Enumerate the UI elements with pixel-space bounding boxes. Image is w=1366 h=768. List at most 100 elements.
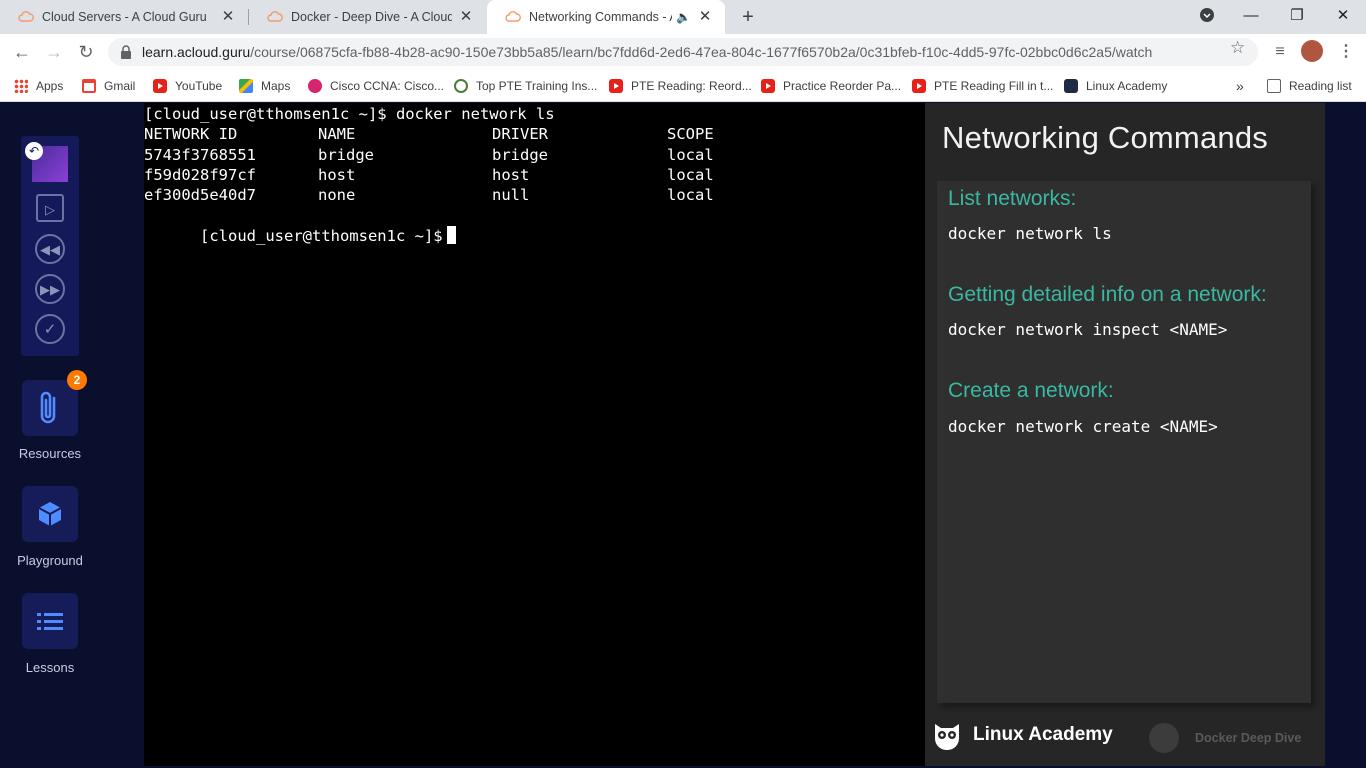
tab-networking-commands[interactable]: Networking Commands - A Cloud Guru 🔈 ✕	[487, 0, 725, 34]
bookmark-label: YouTube	[175, 79, 223, 93]
media-control-icon[interactable]: ≡	[1268, 40, 1292, 64]
youtube-icon	[912, 79, 926, 93]
tab-title: Docker - Deep Dive - A Cloud Guru	[291, 10, 452, 24]
terminal-row: ef300d5e40d7 none null local	[144, 185, 924, 205]
tab-close-icon[interactable]: ✕	[458, 9, 474, 25]
linux-academy-brand: Linux Academy	[931, 718, 1113, 752]
col-scope: SCOPE	[667, 125, 714, 143]
playground-button[interactable]	[22, 486, 78, 542]
lock-icon	[121, 45, 131, 59]
player-controls-panel: ↶ ▷ ◀◀ ▶▶ ✓	[21, 136, 79, 356]
slide-card: List networks: docker network ls Getting…	[937, 181, 1311, 703]
bookmark-pte-reading-reorder[interactable]: PTE Reading: Reord...	[609, 77, 752, 95]
url-path: /course/06875cfa-fb88-4b28-ac90-150e73bb…	[250, 44, 1153, 60]
acloudguru-cloud-icon	[505, 11, 521, 22]
apps-grid-icon	[14, 79, 28, 93]
col-name: NAME	[318, 125, 356, 143]
terminal-header-row: NETWORK ID NAME DRIVER SCOPE	[144, 124, 924, 144]
audio-playing-icon[interactable]: 🔈	[676, 10, 691, 24]
bookmark-apps[interactable]: Apps	[14, 77, 63, 95]
acloudguru-cloud-icon	[267, 11, 283, 22]
cube-icon	[38, 502, 62, 526]
terminal-row: f59d028f97cf host host local	[144, 165, 924, 185]
bookmark-label: Linux Academy	[1086, 79, 1168, 93]
bookmark-top-pte[interactable]: Top PTE Training Ins...	[454, 77, 597, 95]
course-watermark: Docker Deep Dive	[1149, 723, 1301, 753]
tab-search-icon[interactable]	[1184, 0, 1230, 34]
tab-close-icon[interactable]: ✕	[220, 9, 236, 25]
lessons-button[interactable]	[22, 593, 78, 649]
reading-list-button[interactable]: Reading list	[1267, 77, 1352, 95]
maps-icon	[239, 79, 253, 93]
cell-name: host	[318, 166, 356, 184]
bookmark-youtube[interactable]: YouTube	[153, 77, 222, 95]
bookmark-label: Gmail	[104, 79, 136, 93]
resources-count-badge: 2	[67, 370, 87, 390]
terminal-cursor	[446, 226, 456, 244]
terminal-command-line: [cloud_user@tthomsen1c ~]$ docker networ…	[144, 105, 555, 123]
bookmark-practice-reorder[interactable]: Practice Reorder Pa...	[761, 77, 901, 95]
cell-scope: local	[667, 146, 714, 164]
brand-name: Linux Academy	[973, 724, 1113, 745]
terminal-prompt: [cloud_user@tthomsen1c ~]$	[200, 227, 443, 245]
terminal-row: 5743f3768551 bridge bridge local	[144, 145, 924, 165]
section-command: docker network inspect <NAME>	[948, 320, 1228, 339]
menu-kebab-icon[interactable]: ⋮	[1334, 40, 1358, 64]
terminal-prompt-line: [cloud_user@tthomsen1c ~]$	[144, 206, 456, 245]
more-bookmarks-chevron-icon[interactable]: »	[1236, 77, 1244, 95]
acloudguru-cloud-icon	[18, 11, 34, 22]
tab-title: Cloud Servers - A Cloud Guru	[42, 10, 207, 24]
minimize-icon[interactable]: —	[1228, 0, 1274, 34]
bookmark-gmail[interactable]: Gmail	[82, 77, 135, 95]
tab-title: Networking Commands - A Cloud Guru	[529, 10, 672, 24]
youtube-icon	[609, 79, 623, 93]
close-window-icon[interactable]: ✕	[1320, 0, 1366, 34]
bookmark-pte-fill[interactable]: PTE Reading Fill in t...	[912, 77, 1053, 95]
cell-name: none	[318, 186, 356, 204]
mark-complete-check-icon[interactable]: ✓	[35, 314, 65, 344]
cell-driver: bridge	[492, 146, 548, 164]
section-command: docker network create <NAME>	[948, 417, 1218, 436]
cell-network-id: f59d028f97cf	[144, 166, 256, 184]
rewind-icon[interactable]: ◀◀	[35, 234, 65, 264]
fast-forward-icon[interactable]: ▶▶	[35, 274, 65, 304]
tab-close-icon[interactable]: ✕	[697, 9, 713, 25]
url-host: learn.acloud.guru	[142, 44, 251, 60]
cell-driver: host	[492, 166, 530, 184]
bookmark-maps[interactable]: Maps	[239, 77, 290, 95]
restore-icon[interactable]: ❐	[1274, 0, 1320, 34]
browser-tabstrip: Cloud Servers - A Cloud Guru ✕ Docker - …	[0, 0, 1366, 34]
forward-arrow-icon[interactable]: →	[40, 38, 68, 66]
tab-docker-deep-dive[interactable]: Docker - Deep Dive - A Cloud Guru ✕	[249, 0, 486, 34]
section-heading: Create a network:	[948, 379, 1114, 402]
bookmark-label: PTE Reading Fill in t...	[934, 79, 1054, 93]
section-command: docker network ls	[948, 224, 1112, 243]
bookmark-linux-academy[interactable]: Linux Academy	[1064, 77, 1167, 95]
browser-toolbar: ← → ↻ learn.acloud.guru /course/06875cfa…	[0, 34, 1366, 70]
pte-training-icon	[454, 79, 468, 93]
profile-avatar[interactable]	[1301, 40, 1323, 62]
slide-title: Networking Commands	[942, 120, 1268, 155]
toggle-panel-icon[interactable]: ▷	[36, 194, 64, 222]
course-name: Docker Deep Dive	[1195, 731, 1302, 745]
cisco-icon	[308, 79, 322, 93]
cell-name: bridge	[318, 146, 374, 164]
address-bar[interactable]: learn.acloud.guru /course/06875cfa-fb88-…	[108, 38, 1258, 66]
terminal-window: [cloud_user@tthomsen1c ~]$ docker networ…	[144, 103, 924, 766]
slide-panel: Networking Commands List networks: docke…	[925, 103, 1325, 766]
back-to-course-icon[interactable]: ↶	[25, 142, 43, 160]
reload-icon[interactable]: ↻	[72, 38, 100, 66]
bookmark-label: Top PTE Training Ins...	[476, 79, 598, 93]
course-sidebar: ↶ ▷ ◀◀ ▶▶ ✓ 2 Resources Playground Lesso…	[0, 103, 144, 768]
tab-cloud-servers[interactable]: Cloud Servers - A Cloud Guru ✕	[0, 0, 248, 34]
section-heading: Getting detailed info on a network:	[948, 283, 1267, 306]
reading-list-icon	[1267, 79, 1281, 93]
bookmark-cisco-ccna[interactable]: Cisco CCNA: Cisco...	[308, 77, 444, 95]
resources-button[interactable]	[22, 380, 78, 436]
section-heading: List networks:	[948, 187, 1077, 210]
resources-label: Resources	[18, 446, 82, 461]
bookmark-label: Practice Reorder Pa...	[783, 79, 902, 93]
back-arrow-icon[interactable]: ←	[8, 38, 36, 66]
new-tab-icon[interactable]: +	[737, 7, 759, 29]
video-player[interactable]: [cloud_user@tthomsen1c ~]$ docker networ…	[144, 103, 1325, 766]
